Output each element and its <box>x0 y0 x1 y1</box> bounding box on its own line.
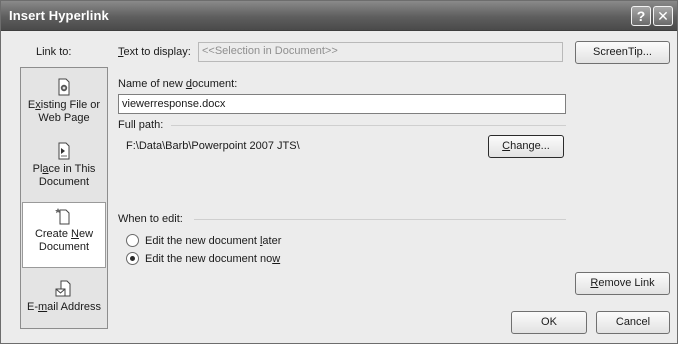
sidebar-item-email-address[interactable]: E-mail Address <box>22 276 106 324</box>
sidebar-item-create-new-document-label: Create New Document <box>34 228 94 253</box>
sidebar-item-existing-file[interactable]: Existing File or Web Page <box>22 74 106 132</box>
insert-hyperlink-dialog: Insert Hyperlink ? ✕ Link to: Text to di… <box>0 0 678 344</box>
full-path-value: F:\Data\Barb\Powerpoint 2007 JTS\ <box>126 140 300 152</box>
edit-now-radio[interactable] <box>126 252 139 265</box>
help-icon: ? <box>636 8 646 24</box>
cancel-button-label: Cancel <box>615 316 651 328</box>
link-to-label: Link to: <box>36 46 72 58</box>
change-button[interactable]: Change... <box>488 135 564 158</box>
edit-now-label[interactable]: Edit the new document now <box>145 253 280 265</box>
ok-button[interactable]: OK <box>511 311 587 334</box>
email-address-icon <box>55 280 71 297</box>
place-in-document-icon <box>58 142 70 160</box>
sidebar-item-create-new-document[interactable]: Create New Document <box>22 202 106 268</box>
cancel-button[interactable]: Cancel <box>596 311 670 334</box>
full-path-divider <box>171 125 566 126</box>
remove-link-button[interactable]: Remove Link <box>575 272 670 295</box>
edit-later-radio[interactable] <box>126 234 139 247</box>
remove-link-button-label: Remove Link <box>590 277 655 289</box>
text-to-display-label-rest: ext to display: <box>123 46 191 58</box>
sidebar-item-email-address-label: E-mail Address <box>27 301 101 313</box>
sidebar-item-place-in-document[interactable]: Place in This Document <box>22 138 106 194</box>
help-button[interactable]: ? <box>631 6 651 26</box>
existing-file-icon <box>58 78 70 96</box>
link-to-sidebar: Existing File or Web Page Place in This Do… <box>20 67 108 329</box>
text-to-display-label: Text to display: <box>118 46 191 58</box>
sidebar-item-existing-file-label: Existing File or Web Page <box>27 99 101 124</box>
close-button[interactable]: ✕ <box>653 6 673 26</box>
when-to-edit-divider <box>194 219 566 220</box>
change-button-label: Change... <box>502 140 550 152</box>
text-to-display-field[interactable]: <<Selection in Document>> <box>198 42 563 62</box>
new-document-name-input[interactable] <box>118 94 566 114</box>
name-of-new-document-label: Name of new document: <box>118 78 238 90</box>
dialog-title: Insert Hyperlink <box>9 8 109 23</box>
new-document-icon <box>55 208 70 225</box>
screentip-button-label: ScreenTip... <box>593 46 652 58</box>
when-to-edit-label: When to edit: <box>118 213 183 225</box>
close-icon: ✕ <box>657 8 669 24</box>
screentip-button[interactable]: ScreenTip... <box>575 41 670 64</box>
ok-button-label: OK <box>541 316 557 328</box>
title-bar: Insert Hyperlink ? ✕ <box>1 1 677 31</box>
full-path-label: Full path: <box>118 119 164 131</box>
edit-later-label[interactable]: Edit the new document later <box>145 235 281 247</box>
sidebar-item-place-in-document-label: Place in This Document <box>32 163 96 188</box>
